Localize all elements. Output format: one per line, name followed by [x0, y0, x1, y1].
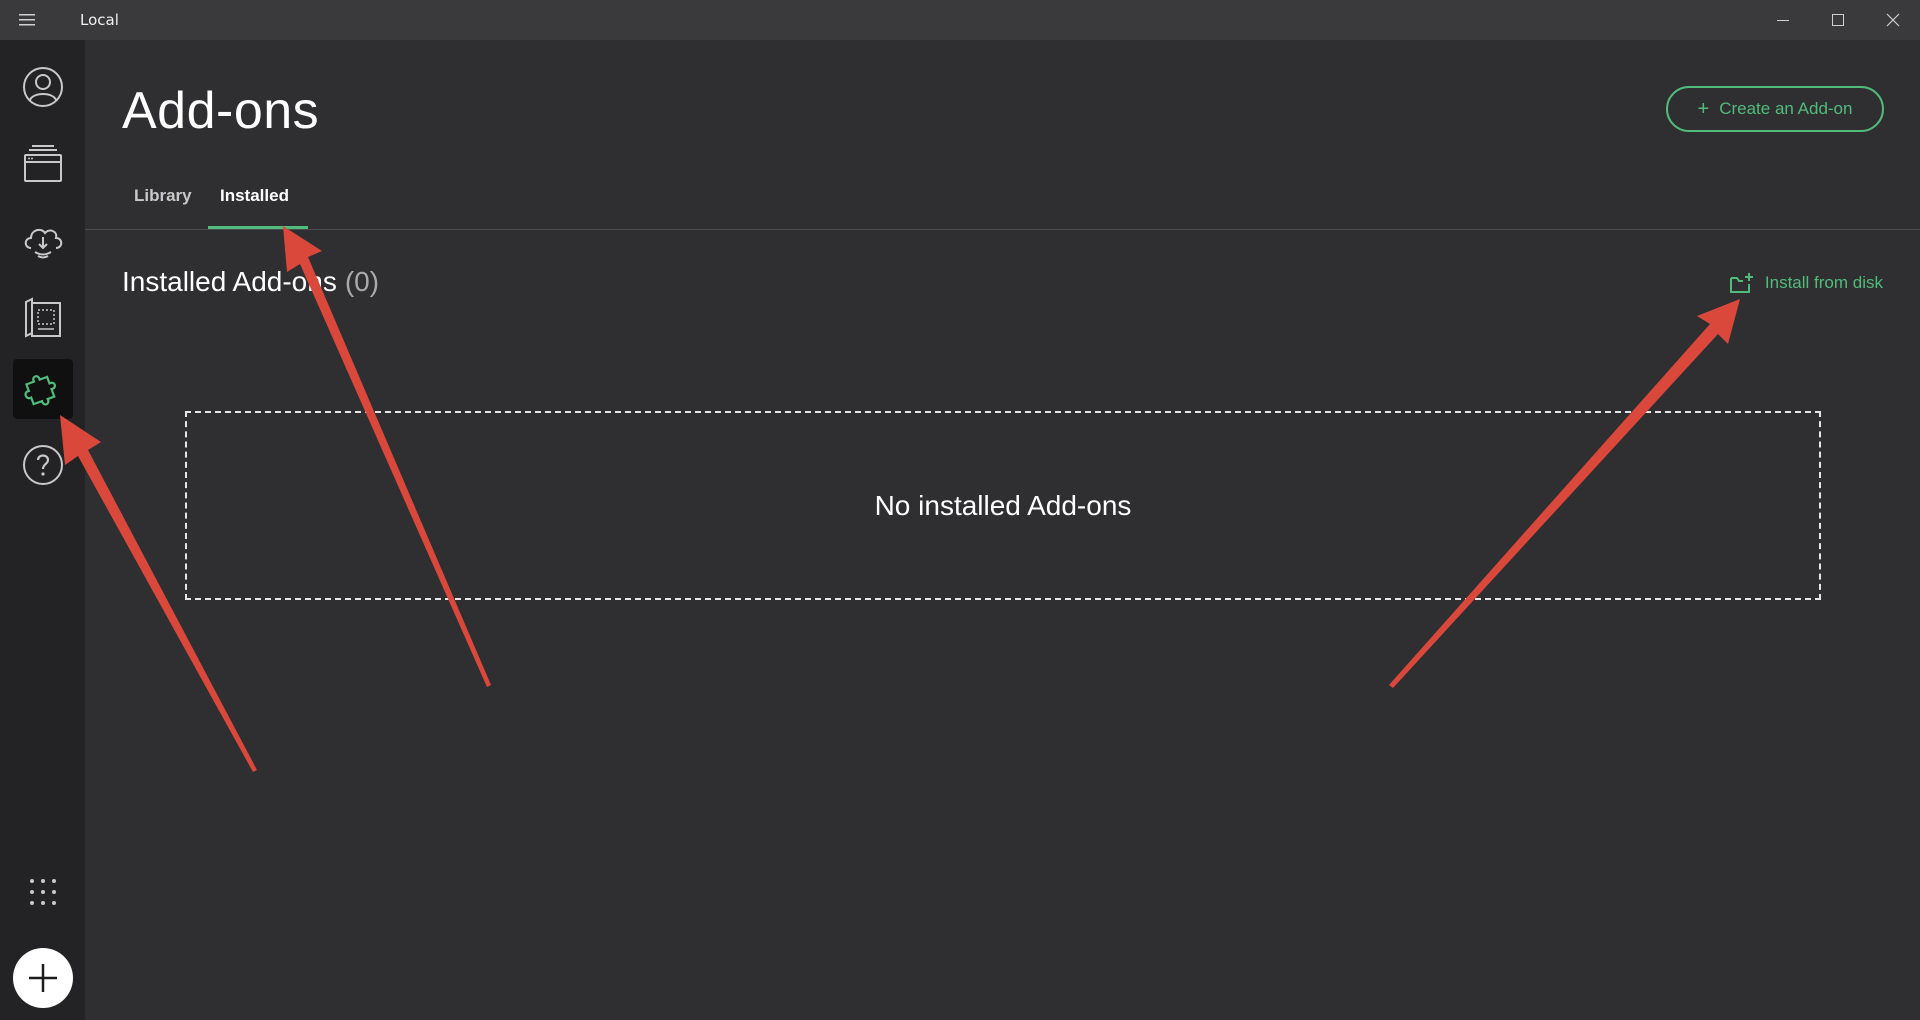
- installed-add-ons-title: Installed Add-ons: [122, 266, 337, 297]
- window-controls: [1755, 0, 1920, 40]
- sidebar-item-sites[interactable]: [13, 134, 73, 194]
- section-title: Installed Add-ons (0): [122, 266, 379, 298]
- add-site-button[interactable]: [13, 948, 73, 1008]
- create-add-on-button[interactable]: + Create an Add-on: [1666, 86, 1884, 132]
- puzzle-icon: [24, 375, 57, 406]
- app-grid-icon[interactable]: [13, 862, 73, 922]
- tab-installed-label: Installed: [220, 186, 289, 205]
- sidebar-item-connect[interactable]: [13, 211, 73, 271]
- cloud-icon: [24, 228, 63, 259]
- question-icon: [23, 445, 63, 485]
- tab-library-label: Library: [134, 186, 192, 205]
- close-icon[interactable]: [1865, 0, 1920, 40]
- tab-library[interactable]: Library: [122, 180, 204, 230]
- blueprint-icon: [25, 297, 61, 338]
- sidebar-item-blueprints[interactable]: [13, 288, 73, 348]
- page-title: Add-ons: [122, 82, 320, 140]
- hamburger-menu-icon[interactable]: [0, 0, 54, 40]
- sidebar-item-help[interactable]: [13, 435, 73, 495]
- tabs-divider: [85, 229, 1920, 230]
- plus-icon: [29, 964, 57, 992]
- tab-installed[interactable]: Installed: [208, 180, 308, 230]
- install-from-disk-button[interactable]: Install from disk: [1729, 272, 1883, 294]
- empty-state-box: No installed Add-ons: [185, 411, 1821, 600]
- title-bar: Local: [0, 0, 1920, 40]
- create-add-on-label: Create an Add-on: [1719, 99, 1853, 118]
- user-avatar-icon: [23, 67, 63, 107]
- empty-state-message: No installed Add-ons: [874, 489, 1132, 521]
- install-from-disk-label: Install from disk: [1764, 273, 1883, 292]
- folder-add-icon: [1729, 273, 1753, 293]
- maximize-icon[interactable]: [1810, 0, 1865, 40]
- sidebar-item-add-ons[interactable]: [13, 359, 73, 419]
- installed-count: (0): [344, 266, 380, 297]
- minimize-icon[interactable]: [1755, 0, 1810, 40]
- sidebar: [0, 40, 85, 1020]
- main-content: Add-ons + Create an Add-on Library Insta…: [85, 40, 1920, 1020]
- plus-icon: +: [1697, 98, 1710, 120]
- window-title: Local: [80, 11, 119, 29]
- stacked-windows-icon: [24, 145, 62, 182]
- sidebar-item-profile[interactable]: [13, 57, 73, 117]
